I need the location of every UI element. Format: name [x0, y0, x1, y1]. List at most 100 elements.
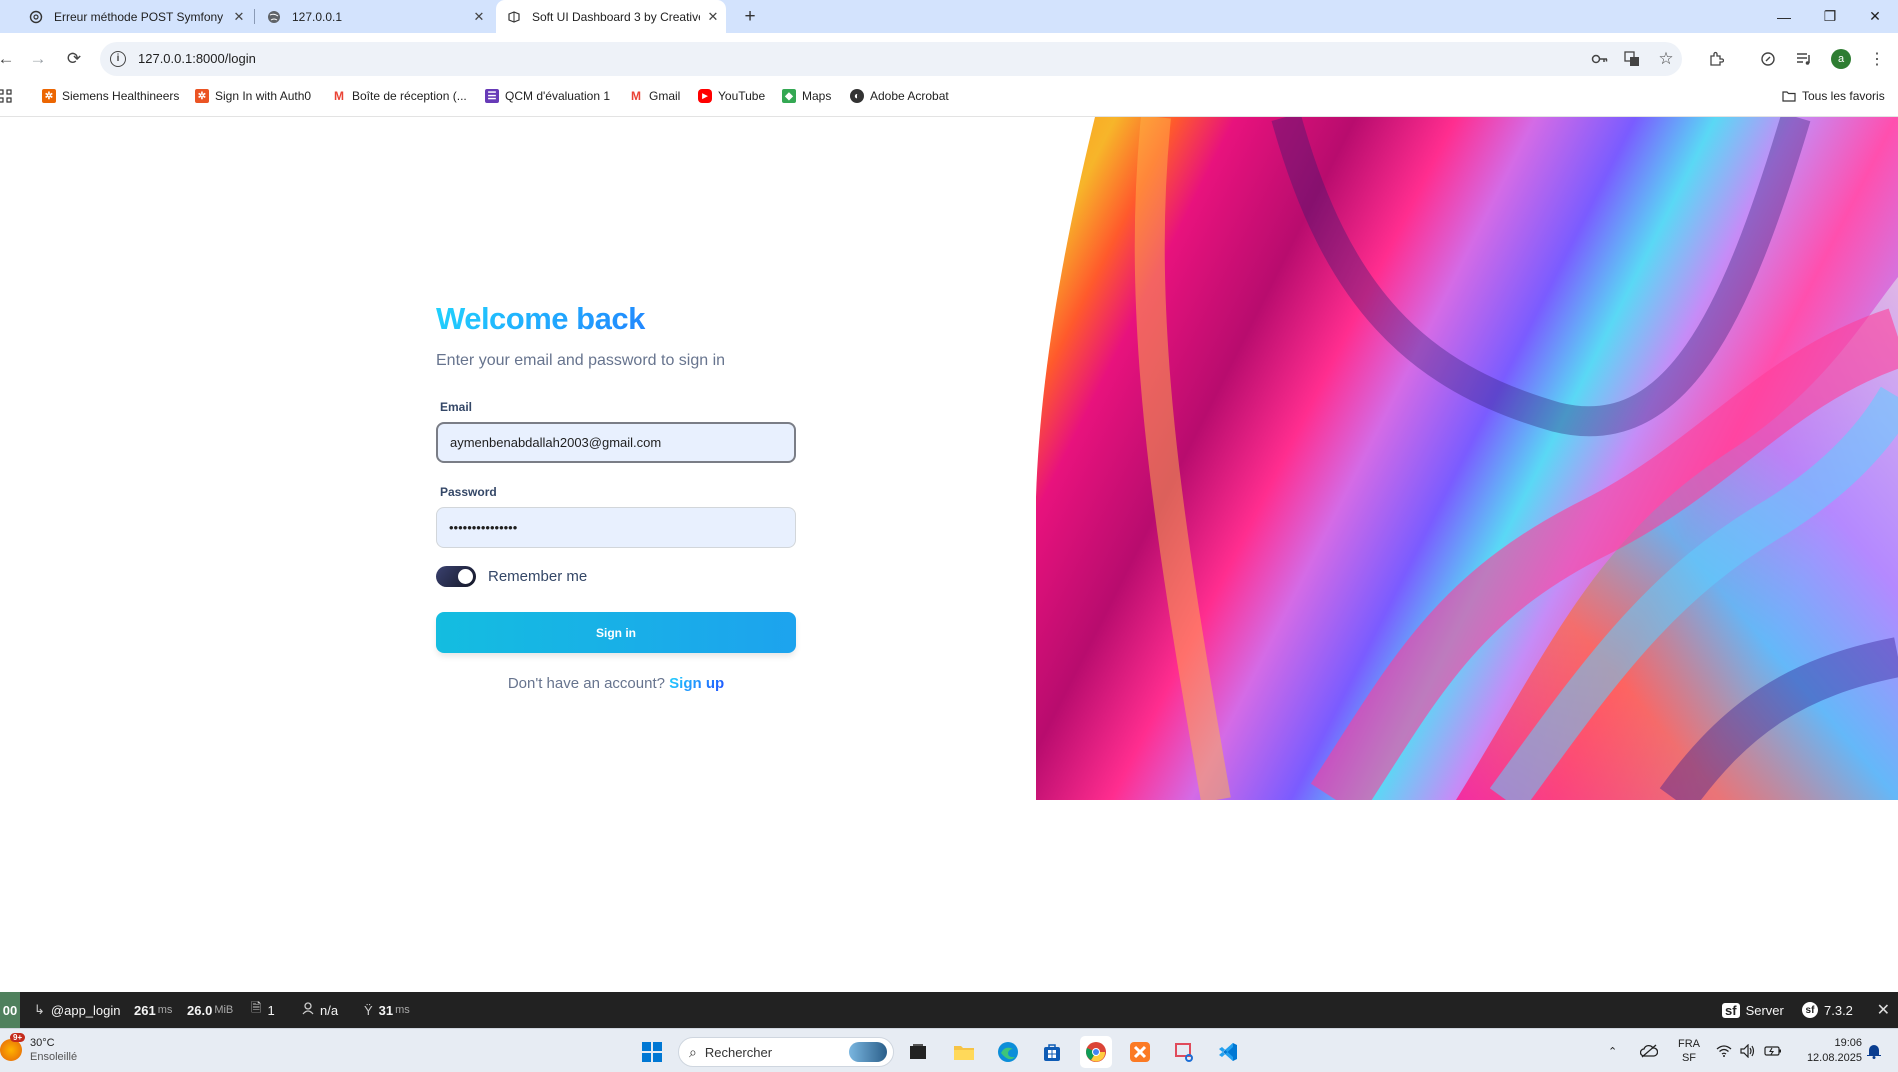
- extensions-icon[interactable]: [1706, 49, 1726, 69]
- close-debug-bar-icon[interactable]: ✕: [1877, 992, 1890, 1028]
- microsoft-store-icon[interactable]: [1036, 1036, 1068, 1068]
- twig-time-value: 31: [378, 1002, 394, 1018]
- decorative-background-image: [1036, 117, 1898, 800]
- user-value: n/a: [320, 1002, 339, 1018]
- route-panel[interactable]: ↳ @app_login: [34, 992, 121, 1028]
- apps-grid-icon[interactable]: [0, 86, 12, 106]
- bookmark-acrobat[interactable]: ◐ Adobe Acrobat: [850, 86, 949, 106]
- memory-panel[interactable]: 26.0 MiB: [187, 992, 233, 1028]
- bookmark-label: Siemens Healthineers: [62, 89, 180, 103]
- xampp-icon[interactable]: [1124, 1036, 1156, 1068]
- bookmark-label: YouTube: [718, 89, 766, 103]
- tab-title: Soft UI Dashboard 3 by Creative Tim: [532, 9, 700, 24]
- remember-me-label[interactable]: Remember me: [488, 568, 587, 585]
- tab-localhost[interactable]: 127.0.0.1 ✕: [238, 0, 492, 33]
- bookmark-label: Sign In with Auth0: [215, 89, 312, 103]
- log-file-icon: 🗎: [251, 1000, 262, 1015]
- tab-erreur-post[interactable]: Erreur méthode POST Symfony ✕: [0, 0, 252, 33]
- twig-panel[interactable]: Ϋ 31 ms: [364, 992, 410, 1028]
- language-indicator[interactable]: FRA SF: [1678, 1029, 1700, 1072]
- youtube-icon: ▶: [698, 89, 712, 103]
- password-key-icon[interactable]: [1590, 49, 1610, 69]
- server-panel[interactable]: sf Server: [1722, 992, 1784, 1028]
- edge-browser-icon[interactable]: [992, 1036, 1024, 1068]
- chrome-browser-icon[interactable]: [1080, 1036, 1112, 1068]
- twig-icon: Ϋ: [364, 1002, 373, 1018]
- search-placeholder: Rechercher: [704, 1044, 773, 1060]
- keyboard-layout: SF: [1681, 1052, 1697, 1064]
- minimize-window-button[interactable]: —: [1761, 0, 1807, 33]
- wifi-icon[interactable]: [1716, 1029, 1732, 1072]
- email-field[interactable]: [436, 422, 796, 463]
- translate-icon[interactable]: [1622, 49, 1642, 69]
- logs-panel[interactable]: 🗎 1: [251, 992, 275, 1028]
- email-label: Email: [440, 400, 473, 414]
- profile-avatar[interactable]: a: [1831, 49, 1851, 69]
- show-hidden-icons[interactable]: ⌃: [1608, 1029, 1617, 1072]
- close-window-button[interactable]: ✕: [1852, 0, 1898, 33]
- remember-me-toggle[interactable]: [436, 566, 476, 587]
- battery-icon[interactable]: [1764, 1029, 1782, 1072]
- route-name: @app_login: [50, 1002, 121, 1018]
- more-menu-icon[interactable]: ⋮: [1867, 49, 1887, 69]
- new-tab-button[interactable]: +: [737, 4, 763, 30]
- file-explorer-icon[interactable]: [948, 1036, 980, 1068]
- media-controls-icon[interactable]: [1794, 49, 1814, 69]
- log-count: 1: [267, 1002, 275, 1018]
- bookmark-youtube[interactable]: ▶ YouTube: [698, 86, 765, 106]
- clock-time: 19:06: [1834, 1037, 1862, 1049]
- bookmark-label: QCM d'évaluation 1: [505, 89, 611, 103]
- maps-icon: ◆: [782, 89, 796, 103]
- reload-icon[interactable]: ⟳: [60, 45, 88, 73]
- twig-time-unit: ms: [395, 1004, 410, 1016]
- page-title: Welcome back: [436, 300, 796, 338]
- bookmark-maps[interactable]: ◆ Maps: [782, 86, 831, 106]
- tab-title: 127.0.0.1: [292, 9, 343, 24]
- time-panel[interactable]: 261 ms: [134, 992, 172, 1028]
- all-bookmarks-folder[interactable]: Tous les favoris: [1782, 86, 1885, 106]
- onedrive-sync-icon[interactable]: [1640, 1029, 1658, 1072]
- system-clock[interactable]: 19:06 12.08.2025: [1796, 1029, 1862, 1072]
- volume-icon[interactable]: [1740, 1029, 1756, 1072]
- tab-soft-ui-dashboard[interactable]: Soft UI Dashboard 3 by Creative Tim ✕: [496, 0, 726, 33]
- snipping-tool-icon[interactable]: [1168, 1036, 1200, 1068]
- sign-in-button[interactable]: Sign in: [436, 612, 796, 653]
- taskbar-search[interactable]: ⌕ Rechercher: [678, 1037, 894, 1067]
- back-arrow-icon[interactable]: ←: [0, 45, 20, 73]
- windows-start-icon[interactable]: [636, 1036, 668, 1068]
- chatgpt-icon: [28, 9, 43, 24]
- bookmark-label: Boîte de réception (...: [352, 89, 467, 103]
- bookmark-star-icon[interactable]: ☆: [1656, 49, 1676, 69]
- forward-arrow-icon[interactable]: →: [24, 45, 52, 73]
- url-text[interactable]: 127.0.0.1:8000/login: [138, 51, 256, 66]
- bookmark-auth0[interactable]: ✲ Sign In with Auth0: [195, 86, 311, 106]
- acrobat-icon: ◐: [850, 89, 864, 103]
- weather-widget[interactable]: 9+ 30°C Ensoleillé: [0, 1033, 77, 1064]
- address-bar[interactable]: i 127.0.0.1:8000/login: [100, 42, 1682, 76]
- server-label: Server: [1745, 1002, 1784, 1018]
- time-value: 261: [134, 1002, 156, 1018]
- clock-date: 12.08.2025: [1806, 1052, 1862, 1064]
- memory-unit: MiB: [214, 1004, 234, 1016]
- bookmark-siemens[interactable]: ✲ Siemens Healthineers: [42, 86, 179, 106]
- route-arrow-icon: ↳: [34, 1002, 45, 1017]
- close-tab-icon[interactable]: ✕: [466, 9, 492, 25]
- time-unit: ms: [157, 1004, 173, 1016]
- toggle-knob: [458, 569, 473, 584]
- bookmark-inbox[interactable]: M Boîte de réception (...: [332, 86, 467, 106]
- performance-icon[interactable]: [1758, 49, 1778, 69]
- password-field[interactable]: [436, 507, 796, 548]
- restore-window-button[interactable]: ❐: [1807, 0, 1853, 33]
- bookmark-qcm[interactable]: ☰ QCM d'évaluation 1: [485, 86, 610, 106]
- vscode-icon[interactable]: [1212, 1036, 1244, 1068]
- status-code-badge[interactable]: 00: [0, 992, 20, 1028]
- sign-up-link[interactable]: Sign up: [669, 675, 724, 692]
- task-view-icon[interactable]: [902, 1036, 934, 1068]
- symfony-version-panel[interactable]: sf 7.3.2: [1802, 992, 1853, 1028]
- notification-bell-icon[interactable]: [1866, 1029, 1882, 1072]
- site-info-icon[interactable]: i: [110, 51, 126, 67]
- bookmark-gmail[interactable]: M Gmail: [629, 86, 680, 106]
- close-tab-icon[interactable]: ✕: [700, 9, 726, 25]
- browser-tab-bar: Erreur méthode POST Symfony ✕ 127.0.0.1 …: [0, 0, 1898, 33]
- security-panel[interactable]: n/a: [302, 992, 338, 1028]
